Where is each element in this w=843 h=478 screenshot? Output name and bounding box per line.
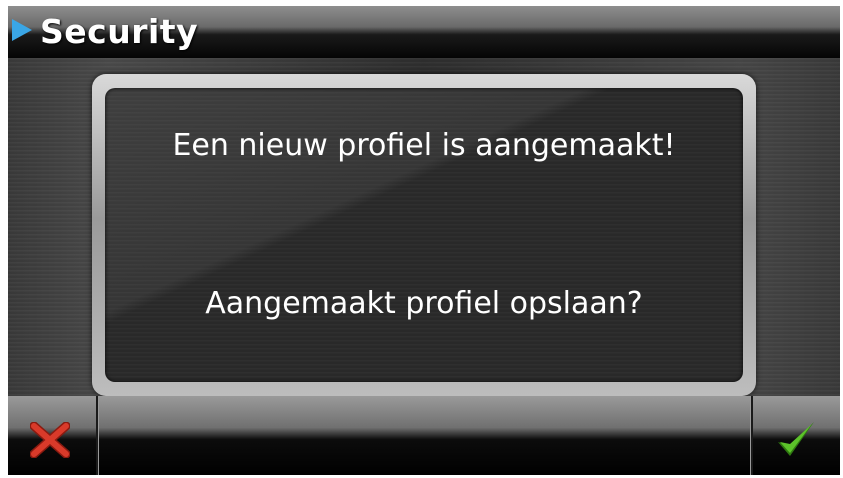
device-screen: Security Een nieuw profiel is aangemaakt… (8, 6, 840, 475)
dialog-panel: Een nieuw profiel is aangemaakt! Aangema… (105, 88, 743, 382)
play-arrow-icon (12, 19, 32, 41)
cancel-button[interactable] (8, 396, 96, 475)
page-title: Security (40, 12, 199, 51)
main-area: Een nieuw profiel is aangemaakt! Aangema… (8, 58, 840, 396)
close-x-icon (30, 422, 70, 458)
bottom-bar (8, 396, 840, 475)
divider-left (96, 396, 99, 475)
dialog-message: Een nieuw profiel is aangemaakt! (172, 128, 676, 163)
confirm-button[interactable] (752, 396, 840, 475)
title-bar: Security (8, 6, 840, 58)
checkmark-icon (778, 422, 814, 456)
dialog-question: Aangemaakt profiel opslaan? (205, 286, 643, 321)
dialog-frame: Een nieuw profiel is aangemaakt! Aangema… (92, 74, 756, 396)
